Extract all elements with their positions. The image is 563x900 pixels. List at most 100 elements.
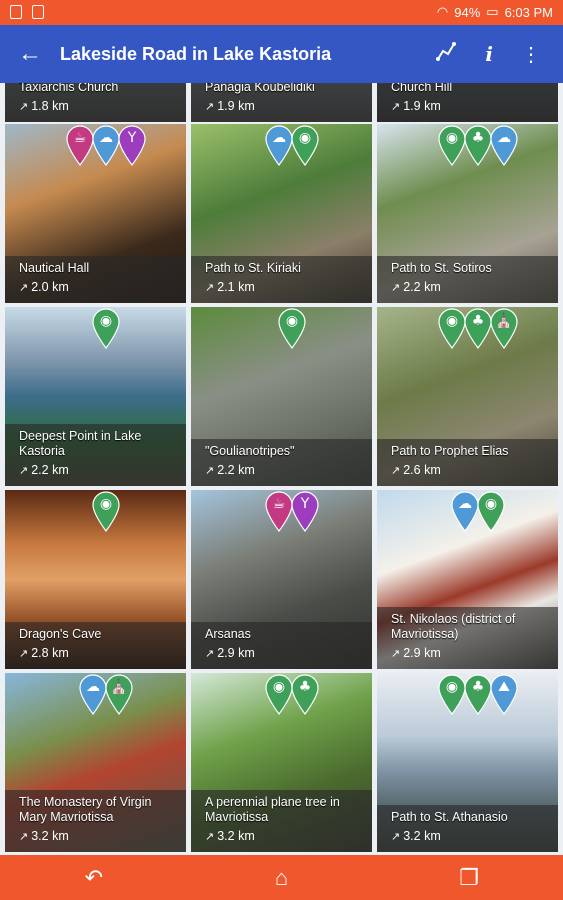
category-pins: ☕ ☁ Y [65,124,147,166]
tile-caption: The Monastery of Virgin Mary Mavriotissa… [5,790,186,852]
direction-arrow-icon: ↗ [205,101,215,113]
direction-arrow-icon: ↗ [19,648,29,660]
distance-value: 2.0 km [31,280,69,294]
attraction-name: Path to Prophet Elias [391,444,509,458]
camera-icon: ◉ [277,307,307,349]
route-icon[interactable] [435,40,457,68]
wifi-icon: ◠ [436,4,449,19]
direction-arrow-icon: ↗ [205,648,215,660]
attraction-name: Path to St. Athanasio [391,810,508,824]
attraction-distance: ↗ 2.2 km [19,461,172,480]
category-pins: ◉ ♣ ☁ [437,124,519,166]
attraction-name: A perennial plane tree in Mavriotissa [205,795,340,824]
sightseeing-icon: ☁ [489,124,519,166]
attraction-name: Nautical Hall [19,261,90,275]
tile-caption: Arsanas ↗ 2.9 km [191,622,372,669]
category-pins: ☕ Y [264,490,320,532]
attraction-tile[interactable]: ☕ Y Arsanas ↗ 2.9 km [191,490,372,669]
more-options-icon[interactable]: ⋮ [521,42,541,67]
attraction-tile[interactable]: ◉ ♣ ⛰ Path to St. Athanasio ↗ 3.2 km [377,673,558,852]
attraction-tile[interactable]: ◉ ♣ ☁ Path to St. Sotiros ↗ 2.2 km [377,124,558,303]
direction-arrow-icon: ↗ [391,648,401,660]
category-pins: ◉ [277,307,307,349]
distance-value: 2.1 km [217,280,255,294]
tile-caption: Nautical Hall ↗ 2.0 km [5,256,186,303]
distance-value: 1.9 km [403,99,441,113]
nav-home-icon[interactable]: ⌂ [251,865,311,891]
attraction-name: Arsanas [205,627,251,641]
category-pins: ◉ ♣ ⛰ [437,673,519,715]
tile-caption: Panagia Koubelidiki ↗ 1.9 km [191,83,372,122]
attraction-tile[interactable]: ☁ ◉ Path to St. Kiriaki ↗ 2.1 km [191,124,372,303]
direction-arrow-icon: ↗ [19,465,29,477]
attraction-tile[interactable]: ◉ "Goulianotripes" ↗ 2.2 km [191,307,372,486]
attraction-tile[interactable]: ☁ ⛪ The Monastery of Virgin Mary Mavriotis… [5,673,186,852]
attractions-grid[interactable]: Taxiarchis Church ↗ 1.8 km Panagia Koubelid… [0,83,563,855]
page-title: Lakeside Road in Lake Kastoria [60,43,332,64]
tile-caption: St. Nikolaos (district of Mavriotissa) ↗ 2… [377,607,558,669]
info-icon[interactable]: i [485,42,493,66]
attraction-tile[interactable]: Church Hill ↗ 1.9 km [377,83,558,122]
attraction-distance: ↗ 1.8 km [19,97,172,116]
attraction-name: "Goulianotripes" [205,444,295,458]
clock: 6:03 PM [504,4,553,20]
attraction-name: Path to St. Kiriaki [205,261,301,275]
nav-back-icon[interactable]: ↶ [64,865,124,891]
camera-icon: ◉ [290,124,320,166]
direction-arrow-icon: ↗ [391,831,401,843]
attraction-tile[interactable]: ☁ ◉ St. Nikolaos (district of Mavriotissa)… [377,490,558,669]
attraction-name: Taxiarchis Church [19,83,119,94]
distance-value: 3.2 km [217,829,255,843]
direction-arrow-icon: ↗ [391,282,401,294]
tile-caption: Deepest Point in Lake Kastoria ↗ 2.2 km [5,424,186,486]
attraction-name: Deepest Point in Lake Kastoria [19,429,142,458]
direction-arrow-icon: ↗ [391,465,401,477]
camera-icon: ◉ [91,307,121,349]
tile-caption: Path to Prophet Elias ↗ 2.6 km [377,439,558,486]
category-pins: ☁ ⛪ [78,673,134,715]
direction-arrow-icon: ↗ [391,101,401,113]
distance-value: 1.9 km [217,99,255,113]
battery-notification-icon [32,5,44,19]
attraction-distance: ↗ 1.9 km [391,97,544,116]
distance-value: 2.9 km [403,646,441,660]
cocktail-icon: Y [290,490,320,532]
battery-icon: ▭ [486,4,499,19]
attraction-distance: ↗ 2.8 km [19,644,172,663]
attraction-distance: ↗ 3.2 km [205,827,358,846]
attraction-tile[interactable]: Panagia Koubelidiki ↗ 1.9 km [191,83,372,122]
nav-recents-icon[interactable]: ❐ [439,865,499,891]
attraction-tile[interactable]: ◉ Deepest Point in Lake Kastoria ↗ 2.2 km [5,307,186,486]
direction-arrow-icon: ↗ [205,282,215,294]
direction-arrow-icon: ↗ [19,282,29,294]
direction-arrow-icon: ↗ [205,465,215,477]
attraction-distance: ↗ 2.1 km [205,278,358,297]
distance-value: 2.2 km [403,280,441,294]
attraction-name: Church Hill [391,83,453,94]
church-icon: ⛪ [489,307,519,349]
attraction-distance: ↗ 3.2 km [19,827,172,846]
attraction-name: Path to St. Sotiros [391,261,492,275]
attraction-distance: ↗ 2.6 km [391,461,544,480]
attraction-tile[interactable]: ◉ ♣ A perennial plane tree in Mavriotissa ↗… [191,673,372,852]
church-icon: ⛪ [104,673,134,715]
distance-value: 2.9 km [217,646,255,660]
attraction-distance: ↗ 1.9 km [205,97,358,116]
attraction-tile[interactable]: ◉ Dragon's Cave ↗ 2.8 km [5,490,186,669]
category-pins: ◉ [91,307,121,349]
attraction-distance: ↗ 2.9 km [391,644,544,663]
app-bar: ← Lakeside Road in Lake Kastoria i ⋮ [0,25,563,83]
attraction-tile[interactable]: Taxiarchis Church ↗ 1.8 km [5,83,186,122]
distance-value: 2.2 km [217,463,255,477]
attraction-distance: ↗ 2.0 km [19,278,172,297]
back-arrow-icon[interactable]: ← [0,40,60,68]
attraction-tile[interactable]: ☕ ☁ Y Nautical Hall ↗ 2.0 km [5,124,186,303]
attraction-tile[interactable]: ◉ ♣ ⛪ Path to Prophet Elias ↗ 2.6 km [377,307,558,486]
attraction-name: Dragon's Cave [19,627,102,641]
distance-value: 1.8 km [31,99,69,113]
battery-percent: 94% [454,4,481,20]
attraction-name: The Monastery of Virgin Mary Mavriotissa [19,795,152,824]
camera-icon: ◉ [476,490,506,532]
attraction-distance: ↗ 3.2 km [391,827,544,846]
direction-arrow-icon: ↗ [205,831,215,843]
